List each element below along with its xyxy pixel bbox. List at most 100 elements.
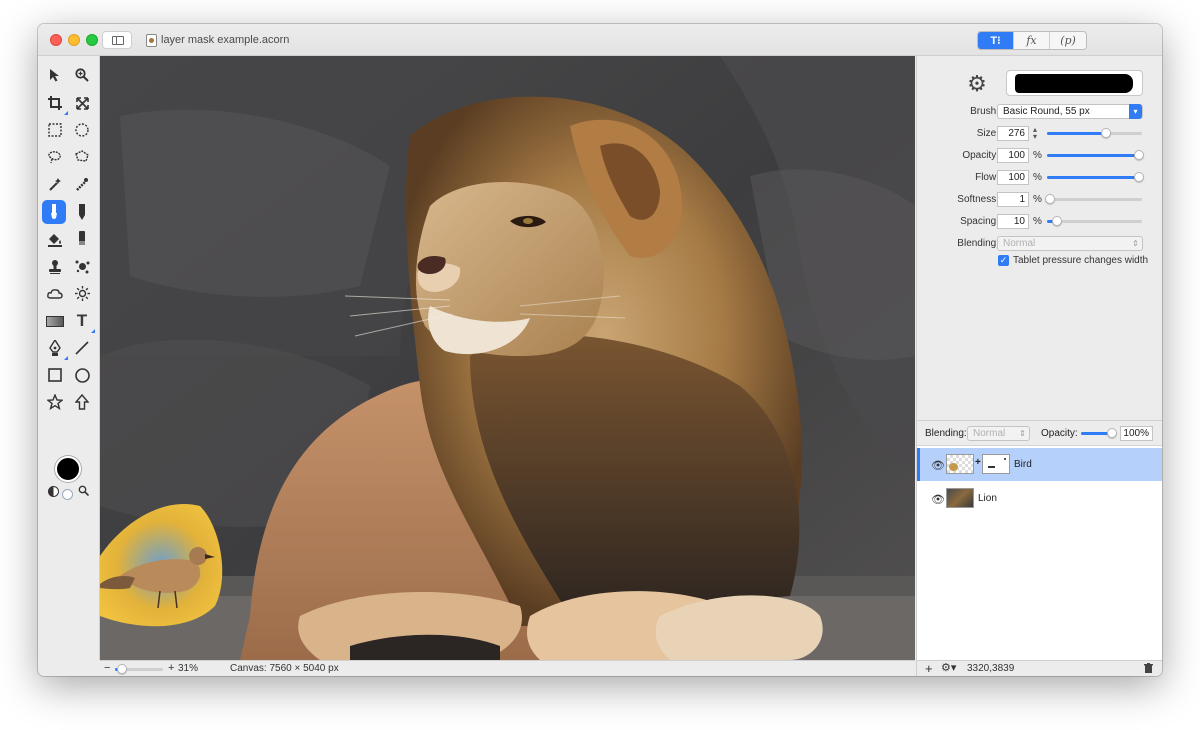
eye-icon[interactable]: 👁 xyxy=(931,493,945,506)
bird-mask-thumbnail xyxy=(982,454,1010,474)
layer-actions-gear-icon[interactable]: ⚙▾ xyxy=(941,661,956,676)
opacity-field[interactable]: 100 xyxy=(997,148,1029,163)
size-stepper[interactable]: ▴ ▾ xyxy=(1033,126,1037,141)
softness-slider[interactable] xyxy=(1045,194,1142,204)
flow-slider-fill xyxy=(1047,176,1142,179)
zoom-icon[interactable] xyxy=(71,64,93,86)
maximize-button[interactable] xyxy=(86,34,98,46)
magic-wand-icon[interactable] xyxy=(44,173,66,195)
mode-segmented-control: T⁝ fx (p) xyxy=(977,31,1087,50)
color-wand-icon[interactable] xyxy=(71,173,93,195)
canvas-image xyxy=(100,56,915,660)
brush-preview xyxy=(1006,70,1143,96)
flow-field[interactable]: 100 xyxy=(997,170,1029,185)
gradient-icon[interactable] xyxy=(42,310,68,332)
brush-icon[interactable] xyxy=(42,200,66,224)
bird-layer-thumbnail xyxy=(946,454,974,474)
spacing-label: Spacing: xyxy=(960,216,999,227)
crop-icon[interactable] xyxy=(44,92,68,115)
layer-row-bird[interactable]: 👁 + Bird xyxy=(917,448,1162,481)
softness-slider-knob[interactable] xyxy=(1045,194,1055,204)
opacity-slider-knob[interactable] xyxy=(1134,150,1144,160)
cloud-icon[interactable] xyxy=(44,282,66,304)
cursor-coordinates: 3320,3839 xyxy=(967,663,1015,674)
brush-blending-select[interactable]: Normal ⇕ xyxy=(997,236,1143,251)
layer-opacity-slider-knob[interactable] xyxy=(1107,428,1117,438)
canvas-size-info: Canvas: 7560 × 5040 px xyxy=(230,663,339,674)
rect-select-icon[interactable] xyxy=(44,119,66,141)
mask-link-icon: + xyxy=(975,457,981,468)
eye-icon[interactable]: 👁 xyxy=(931,459,945,472)
minimize-button[interactable] xyxy=(68,34,80,46)
brush-blending-label: Blending: xyxy=(957,238,999,249)
splatter-icon[interactable] xyxy=(71,255,93,277)
layer-blending-select[interactable]: Normal ⇕ xyxy=(967,426,1030,441)
zoom-slider[interactable] xyxy=(115,664,163,674)
layers-footer: + ⚙▾ 3320,3839 xyxy=(916,660,1162,676)
size-slider[interactable] xyxy=(1047,128,1142,138)
add-layer-icon[interactable]: + xyxy=(925,661,933,676)
lasso-icon[interactable] xyxy=(44,146,66,168)
layer-blending-value: Normal xyxy=(973,428,1006,439)
layer-opacity-slider[interactable] xyxy=(1081,428,1117,438)
zoom-slider-knob[interactable] xyxy=(117,664,127,674)
spacing-percent: % xyxy=(1033,216,1042,227)
spacing-slider-knob[interactable] xyxy=(1052,216,1062,226)
size-field[interactable]: 276 xyxy=(997,126,1029,141)
softness-field[interactable]: 1 xyxy=(997,192,1029,207)
pencil-icon[interactable] xyxy=(71,201,93,223)
tablet-pressure-checkbox[interactable]: ✓ xyxy=(998,255,1009,266)
close-button[interactable] xyxy=(50,34,62,46)
app-window: layer mask example.acorn T⁝ fx (p) T − +… xyxy=(38,24,1162,676)
spacing-slider[interactable] xyxy=(1047,216,1142,226)
layer-opacity-field[interactable]: 100% xyxy=(1120,426,1153,441)
transform-icon[interactable] xyxy=(71,92,93,114)
layers-panel: Blending: Normal ⇕ Opacity: 100% 👁 + Bir… xyxy=(916,420,1162,660)
tablet-pressure-label: Tablet pressure changes width xyxy=(1013,255,1149,266)
line-icon[interactable] xyxy=(71,337,93,359)
layer-opacity-label: Opacity: xyxy=(1041,428,1078,439)
sidebar-toggle-button[interactable] xyxy=(102,31,132,49)
swap-colors-icon[interactable] xyxy=(48,486,59,500)
opacity-slider-fill xyxy=(1047,154,1142,157)
opacity-slider[interactable] xyxy=(1047,150,1144,160)
layer-row-lion[interactable]: 👁 Lion xyxy=(917,482,1162,515)
layer-name: Bird xyxy=(1014,459,1032,470)
spacing-field[interactable]: 10 xyxy=(997,214,1029,229)
p-mode-button[interactable]: (p) xyxy=(1050,32,1086,49)
brush-settings-gear-icon[interactable]: ⚙ xyxy=(965,72,989,96)
circle-icon[interactable] xyxy=(71,364,93,386)
eraser-icon[interactable] xyxy=(71,228,93,250)
background-color-well[interactable] xyxy=(62,489,73,503)
size-slider-knob[interactable] xyxy=(1101,128,1111,138)
flow-slider[interactable] xyxy=(1047,172,1144,182)
ellipse-select-icon[interactable] xyxy=(71,119,93,141)
pen-icon[interactable] xyxy=(44,337,68,360)
zoom-out-button[interactable]: − xyxy=(104,662,110,674)
brush-select[interactable]: Basic Round, 55 px ▾ xyxy=(997,104,1143,119)
tools-mode-button[interactable]: T⁝ xyxy=(978,32,1014,49)
star-icon[interactable] xyxy=(44,391,66,413)
arrow-icon[interactable] xyxy=(44,64,66,86)
trash-icon[interactable] xyxy=(1144,663,1153,676)
document-icon xyxy=(146,34,157,47)
rectangle-icon[interactable] xyxy=(44,364,66,386)
foreground-color-well[interactable] xyxy=(55,456,81,482)
zoom-in-button[interactable]: + xyxy=(168,662,174,674)
opacity-label: Opacity: xyxy=(962,150,999,161)
flow-slider-knob[interactable] xyxy=(1134,172,1144,182)
sun-icon[interactable] xyxy=(71,282,93,304)
eyedropper-icon[interactable] xyxy=(78,485,90,499)
layers-header: Blending: Normal ⇕ Opacity: 100% xyxy=(917,421,1162,446)
layer-name: Lion xyxy=(978,493,997,504)
brush-blending-value: Normal xyxy=(1003,238,1036,249)
opacity-percent: % xyxy=(1033,150,1042,161)
paint-bucket-icon[interactable] xyxy=(44,228,66,250)
arrow-up-icon[interactable] xyxy=(71,391,93,413)
polygon-lasso-icon[interactable] xyxy=(71,146,93,168)
fx-mode-button[interactable]: fx xyxy=(1014,32,1050,49)
image-canvas[interactable] xyxy=(100,56,915,660)
stamp-icon[interactable] xyxy=(44,255,66,277)
text-icon[interactable]: T xyxy=(71,310,95,333)
brush-label: Brush: xyxy=(970,106,999,117)
